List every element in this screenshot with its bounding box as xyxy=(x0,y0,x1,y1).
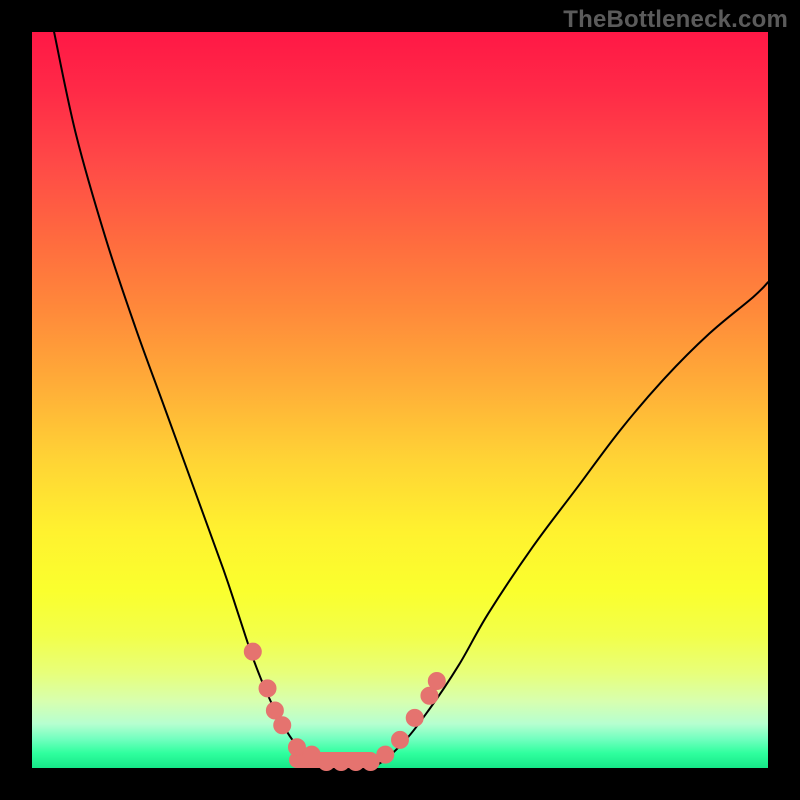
bottleneck-curve xyxy=(54,32,768,770)
curve-marker xyxy=(392,731,409,748)
curve-marker xyxy=(259,680,276,697)
watermark-text: TheBottleneck.com xyxy=(563,6,788,34)
curve-marker xyxy=(428,673,445,690)
marker-group xyxy=(244,643,445,770)
curve-marker xyxy=(274,717,291,734)
curve-marker xyxy=(377,746,394,763)
plot-area xyxy=(32,32,768,768)
curve-marker xyxy=(244,643,261,660)
curve-svg xyxy=(32,32,768,768)
curve-marker xyxy=(406,709,423,726)
chart-frame: TheBottleneck.com xyxy=(0,0,800,800)
